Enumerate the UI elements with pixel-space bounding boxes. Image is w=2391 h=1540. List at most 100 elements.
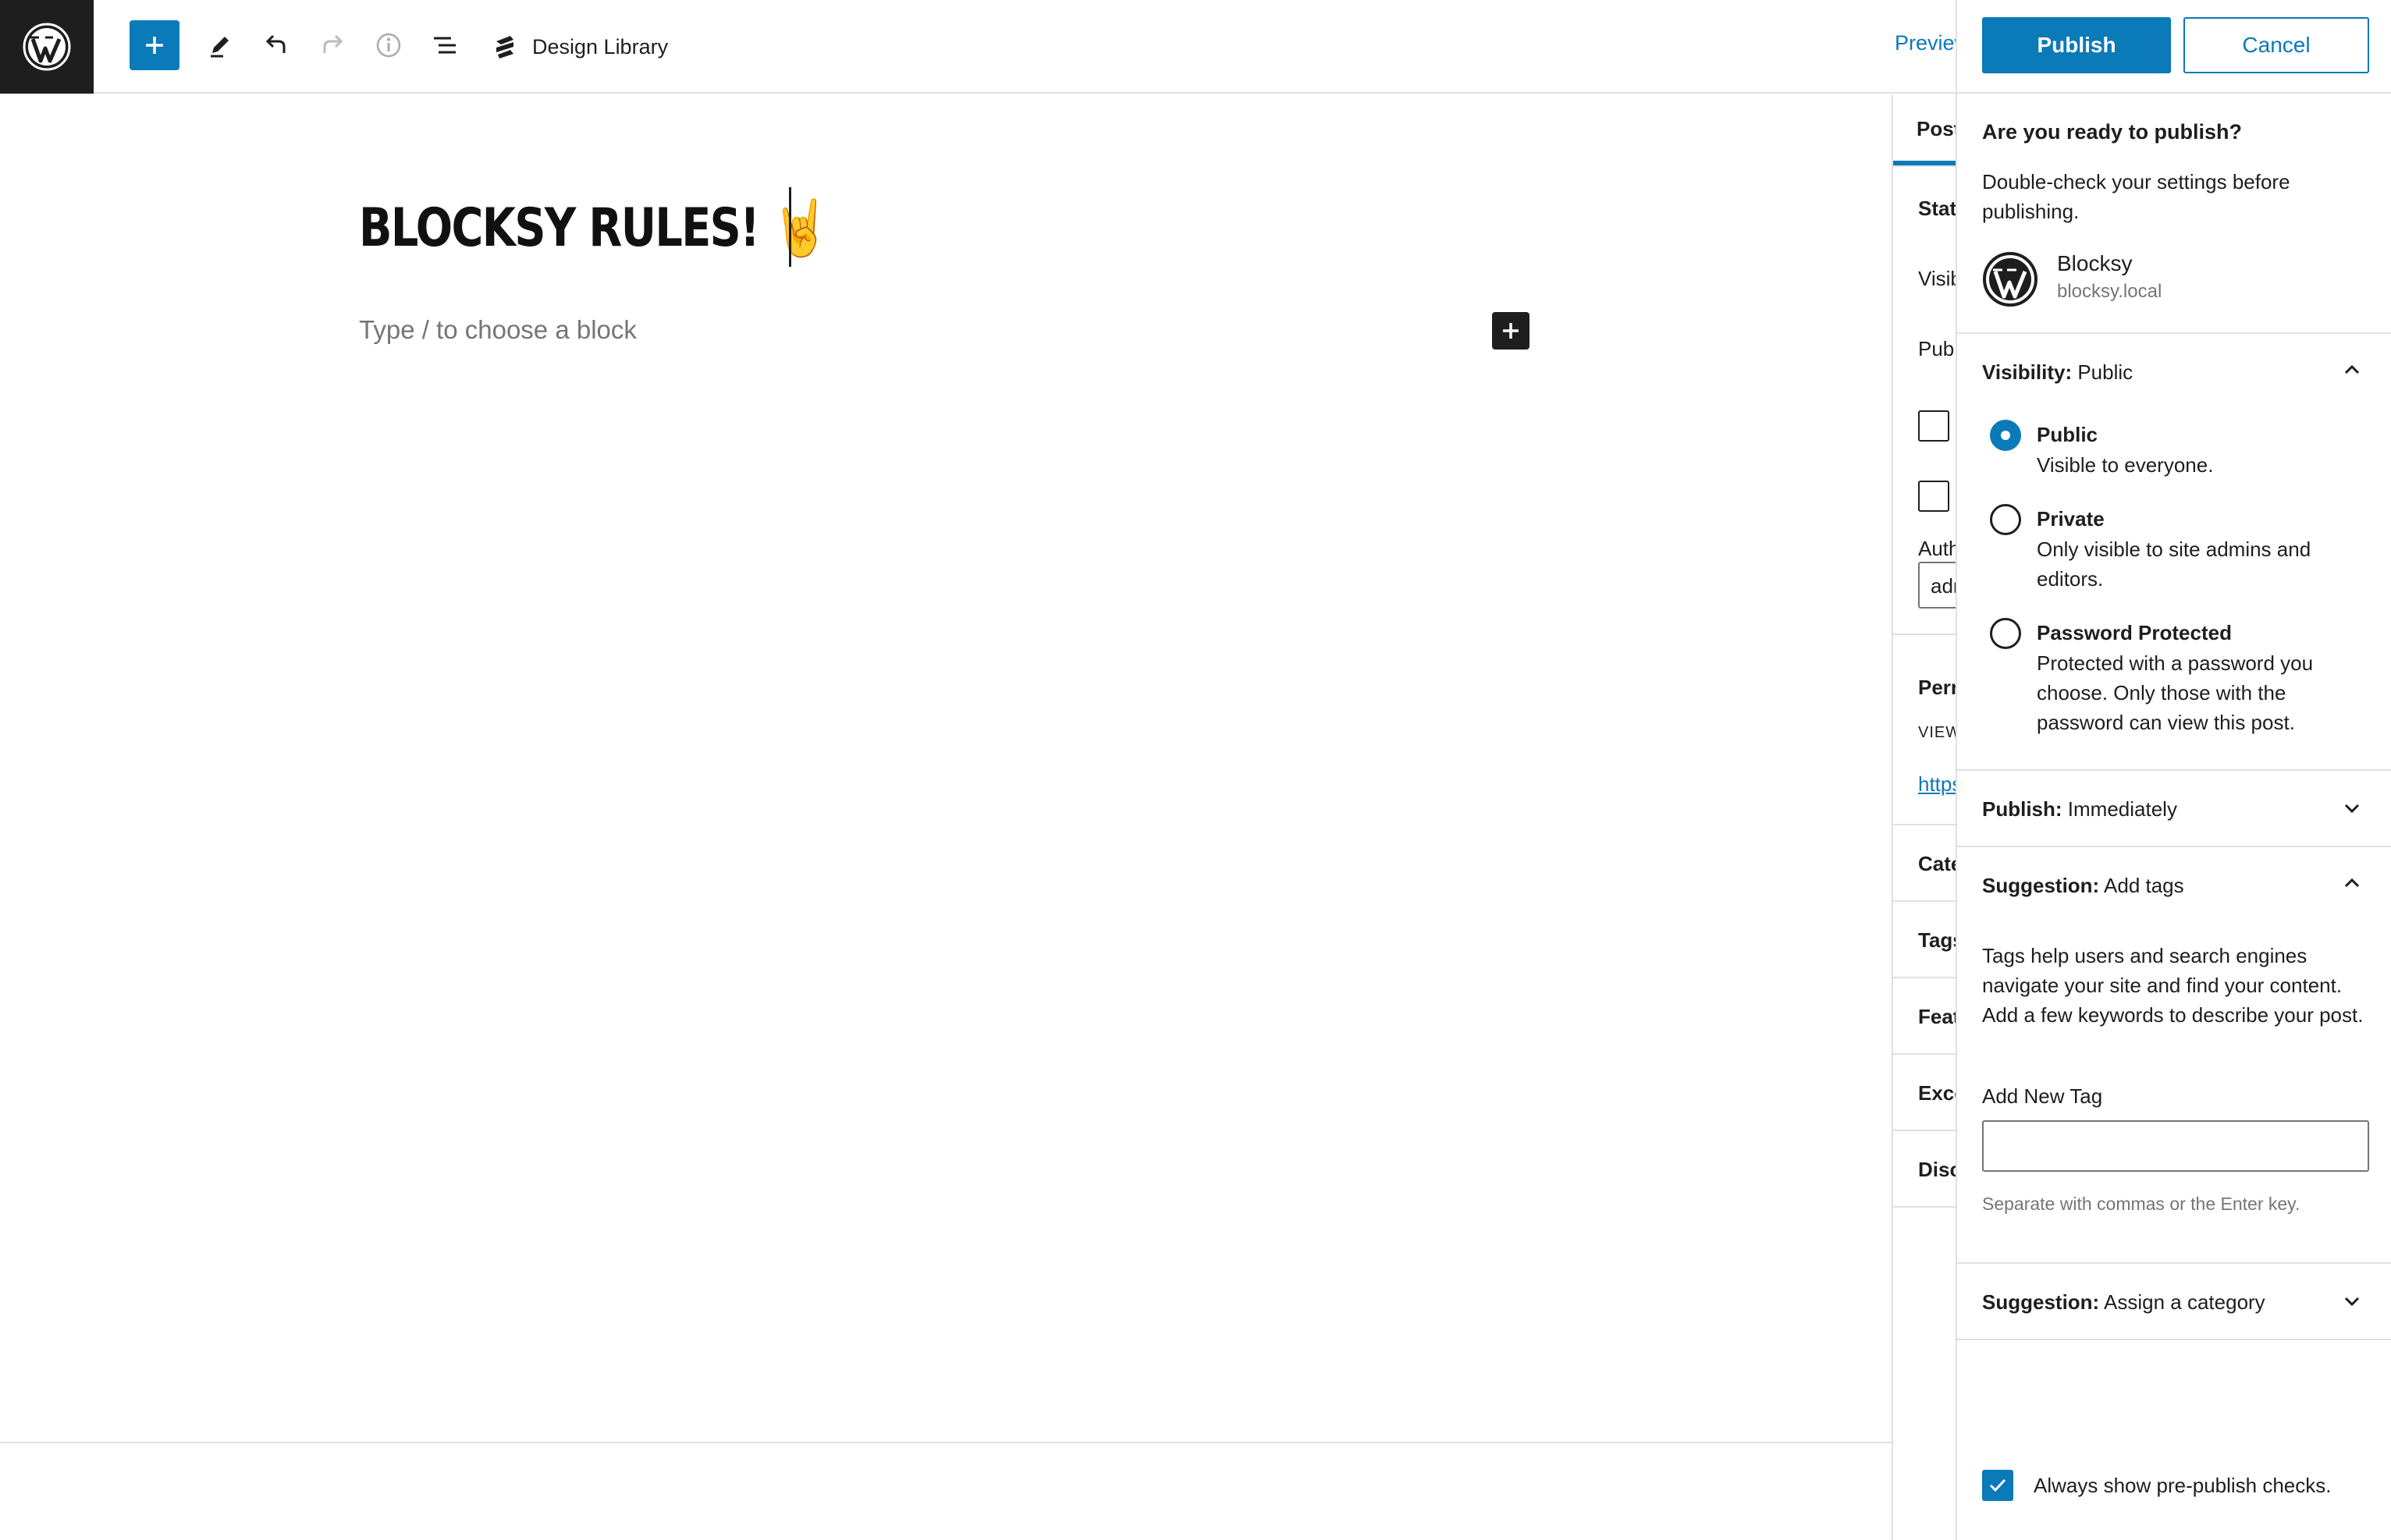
tags-suggestion-value: Add tags (2104, 874, 2184, 897)
tab-post[interactable]: Post (1917, 117, 1956, 141)
inline-add-block-button[interactable] (1492, 312, 1529, 350)
chevron-down-icon[interactable] (2341, 797, 2363, 819)
pencil-icon (211, 37, 229, 58)
visibility-value: Public (2077, 360, 2133, 384)
tab-divider (1893, 165, 1956, 167)
pre-publish-header: Publish Cancel (1957, 0, 2391, 94)
section-divider (1893, 977, 1956, 978)
section-divider (1893, 900, 1956, 902)
stick-to-top-checkbox[interactable] (1918, 410, 1949, 442)
author-label: Author (1918, 537, 1956, 560)
double-check-message: Double-check your settings before publis… (1982, 170, 2290, 223)
visibility-private-description: Only visible to site admins and editors. (2037, 538, 2311, 591)
visibility-password-title: Password Protected (2037, 621, 2232, 644)
excerpt-panel-toggle[interactable]: Excerpt (1918, 1081, 1956, 1105)
permalink-panel-toggle[interactable]: Permalink (1918, 676, 1956, 700)
pending-review-checkbox[interactable] (1918, 481, 1949, 512)
section-divider (1893, 1130, 1956, 1131)
publish-time-section-toggle[interactable]: Publish: Immediately (1982, 797, 2177, 821)
settings-sidebar: Post Status Visibility Publish Author ad… (1892, 95, 1956, 1540)
wordpress-logo-button[interactable] (0, 0, 94, 94)
categories-panel-toggle[interactable]: Categories (1918, 852, 1956, 876)
publish-time-value: Immediately (2067, 797, 2177, 821)
pre-publish-panel: Publish Cancel Are you ready to publish?… (1956, 0, 2391, 1540)
section-divider (1893, 1206, 1956, 1208)
tags-panel-toggle[interactable]: Tags (1918, 928, 1956, 953)
discussion-panel-toggle[interactable]: Discussion (1918, 1158, 1956, 1182)
category-suggestion-label: Suggestion: (1982, 1290, 2100, 1314)
post-title[interactable]: BLOCKSY RULES! 🤘 (359, 189, 829, 267)
chevron-up-icon[interactable] (2341, 359, 2363, 381)
visibility-section-toggle[interactable]: Visibility: Public (1982, 360, 2133, 385)
visibility-public-title: Public (2037, 423, 2098, 446)
block-appender-placeholder[interactable]: Type / to choose a block (359, 315, 637, 345)
section-divider (1893, 633, 1956, 635)
visibility-public-description: Visible to everyone. (2037, 453, 2214, 477)
chevron-down-icon[interactable] (2341, 1290, 2363, 1312)
tags-help-text: Tags help users and search engines navig… (1982, 944, 2364, 1027)
editor-top-toolbar: Design Library Preview (0, 0, 1956, 94)
category-suggestion-section-toggle[interactable]: Suggestion: Assign a category (1982, 1290, 2265, 1315)
publish-time-label: Publish: (1982, 797, 2062, 821)
section-divider (1957, 1262, 2391, 1264)
always-show-label: Always show pre-publish checks. (2034, 1473, 2332, 1497)
featured-image-panel-toggle[interactable]: Featured image (1918, 1005, 1956, 1029)
list-view-button[interactable] (420, 20, 470, 70)
edit-tool-button[interactable] (195, 20, 245, 70)
section-divider (1957, 332, 2391, 334)
visibility-private-radio[interactable] (1990, 504, 2021, 535)
visibility-label: Visibility: (1982, 360, 2073, 384)
view-post-label: VIEW POST (1918, 724, 1956, 741)
tag-input-hint: Separate with commas or the Enter key. (1982, 1194, 2300, 1214)
publish-row-label: Publish (1918, 337, 1956, 360)
plus-icon (146, 37, 163, 54)
cancel-button[interactable]: Cancel (2183, 17, 2369, 73)
section-divider (1893, 1053, 1956, 1055)
permalink-url-link[interactable]: https:// (1918, 772, 1956, 797)
redo-icon (323, 34, 343, 53)
site-url: blocksy.local (2057, 281, 2162, 302)
ready-to-publish-title: Are you ready to publish? (1982, 120, 2243, 144)
always-show-checkbox[interactable] (1982, 1470, 2013, 1501)
details-button[interactable] (364, 20, 414, 70)
always-show-prepublish-option: Always show pre-publish checks. (1982, 1470, 2332, 1501)
tags-suggestion-section-toggle[interactable]: Suggestion: Add tags (1982, 874, 2184, 898)
tags-suggestion-label: Suggestion: (1982, 874, 2100, 897)
post-title-text: BLOCKSY RULES! (359, 197, 760, 259)
editor-canvas: BLOCKSY RULES! 🤘 Type / to choose a bloc… (0, 95, 1892, 1540)
footer-divider (0, 1442, 1956, 1443)
plus-icon (1503, 323, 1519, 339)
publish-button[interactable]: Publish (1982, 17, 2171, 73)
site-icon (1983, 252, 2038, 307)
status-panel-toggle[interactable]: Status (1918, 197, 1956, 221)
add-block-button[interactable] (130, 20, 179, 70)
section-divider (1893, 824, 1956, 825)
section-divider (1957, 1339, 2391, 1340)
add-new-tag-label: Add New Tag (1982, 1084, 2103, 1108)
visibility-password-description: Protected with a password you choose. On… (2037, 651, 2314, 734)
rock-hand-emoji: 🤘 (773, 195, 828, 260)
section-divider (1957, 769, 2391, 771)
undo-button[interactable] (251, 20, 301, 70)
visibility-public-radio[interactable] (1990, 420, 2021, 451)
checkmark-icon (1989, 1478, 2006, 1492)
category-suggestion-value: Assign a category (2104, 1290, 2265, 1314)
wordpress-logo-icon (23, 23, 71, 71)
design-library-label: Design Library (532, 34, 669, 59)
redo-button[interactable] (307, 20, 357, 70)
author-select[interactable]: admin (1918, 562, 1956, 609)
section-divider (1957, 846, 2391, 847)
stackable-logo-icon (496, 36, 513, 59)
info-icon (376, 33, 401, 58)
add-new-tag-input[interactable] (1982, 1120, 2369, 1172)
site-name: Blocksy (2057, 251, 2133, 275)
text-cursor (789, 187, 791, 267)
undo-icon (265, 34, 286, 53)
preview-button[interactable]: Preview (1895, 31, 1956, 55)
visibility-password-radio[interactable] (1990, 618, 2021, 649)
chevron-up-icon[interactable] (2341, 872, 2363, 894)
list-view-icon (434, 37, 456, 54)
visibility-private-title: Private (2037, 507, 2105, 530)
visibility-row-label: Visibility (1918, 267, 1956, 290)
design-library-button[interactable]: Design Library (492, 23, 668, 70)
